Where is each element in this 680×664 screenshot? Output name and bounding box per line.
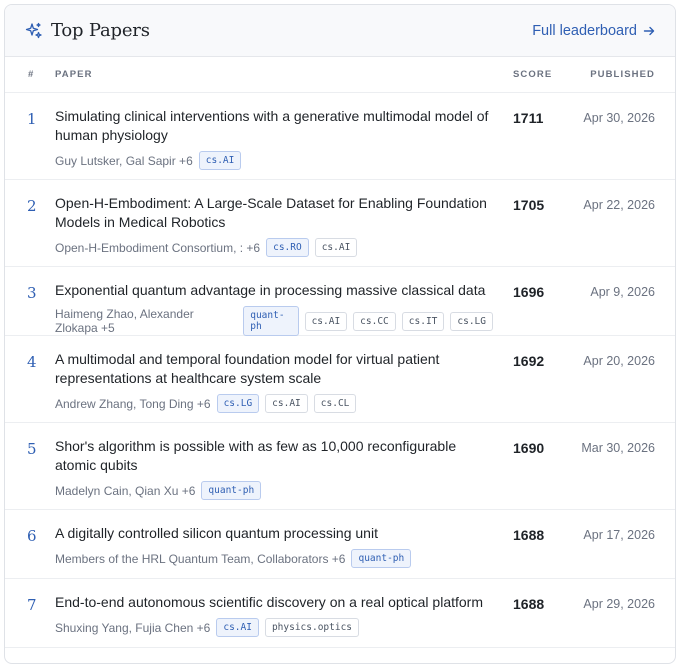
column-header-rank: # — [28, 69, 35, 80]
category-tag[interactable]: cs.AI — [265, 394, 308, 413]
paper-score: 1696 — [513, 284, 545, 300]
paper-body: Open-H-Embodiment: A Large-Scale Dataset… — [55, 180, 513, 266]
paper-title-link[interactable]: A multimodal and temporal foundation mod… — [55, 350, 493, 388]
paper-published-date: Apr 29, 2026 — [583, 597, 655, 611]
papers-list: 1 Simulating clinical interventions with … — [5, 93, 675, 648]
column-header-row: # PAPER SCORE PUBLISHED — [5, 57, 675, 93]
category-tag[interactable]: cs.AI — [304, 311, 348, 331]
paper-published-date: Apr 20, 2026 — [583, 354, 655, 368]
paper-authors: Haimeng Zhao, Alexander Zlokapa +5 — [55, 307, 194, 335]
paper-authors: Madelyn Cain, Qian Xu +6 — [55, 483, 196, 498]
paper-title-link[interactable]: End-to-end autonomous scientific discove… — [55, 593, 493, 612]
paper-rank: 7 — [27, 596, 37, 614]
paper-authors: Guy Lutsker, Gal Sapir +6 — [55, 153, 193, 168]
category-tag[interactable]: cs.IT — [401, 311, 445, 331]
paper-meta: Haimeng Zhao, Alexander Zlokapa +5 quant-… — [55, 306, 493, 336]
paper-authors: Members of the HRL Quantum Team, Collabo… — [55, 551, 346, 566]
paper-published-date: Apr 30, 2026 — [583, 111, 655, 125]
paper-rank: 4 — [27, 353, 37, 371]
page-title: Top Papers — [51, 20, 150, 41]
paper-rank: 2 — [27, 197, 37, 215]
category-tag[interactable]: quant-ph — [201, 481, 262, 500]
top-papers-panel: Top Papers Full leaderboard # PAPER SCOR… — [4, 4, 676, 664]
paper-title-link[interactable]: A digitally controlled silicon quantum p… — [55, 524, 493, 543]
paper-rank: 3 — [27, 284, 37, 302]
category-tag[interactable]: quant-ph — [351, 549, 412, 568]
paper-published-date: Apr 17, 2026 — [583, 528, 655, 542]
paper-row[interactable]: 1 Simulating clinical interventions with … — [5, 93, 675, 180]
paper-authors: Shuxing Yang, Fujia Chen +6 — [55, 620, 211, 635]
paper-rank: 6 — [27, 527, 37, 545]
paper-body: A multimodal and temporal foundation mod… — [55, 336, 513, 422]
paper-row[interactable]: 4 A multimodal and temporal foundation mo… — [5, 336, 675, 423]
category-tag[interactable]: cs.AI — [198, 151, 242, 170]
paper-meta: Members of the HRL Quantum Team, Collabo… — [55, 549, 493, 568]
paper-meta: Open-H-Embodiment Consortium, : +6 cs.RO c… — [55, 238, 493, 257]
paper-meta: Andrew Zhang, Tong Ding +6 cs.LG cs.AI cs.C… — [55, 394, 493, 413]
paper-meta: Shuxing Yang, Fujia Chen +6 cs.AI physics.… — [55, 618, 493, 637]
category-tag[interactable]: cs.RO — [266, 238, 309, 257]
paper-title-link[interactable]: Open-H-Embodiment: A Large-Scale Dataset… — [55, 194, 493, 232]
sparkle-icon — [25, 22, 43, 40]
category-tag[interactable]: quant-ph — [243, 306, 299, 336]
arrow-right-icon — [643, 25, 655, 37]
category-tag[interactable]: cs.AI — [216, 618, 259, 637]
paper-body: A digitally controlled silicon quantum p… — [55, 510, 513, 578]
paper-score: 1692 — [513, 353, 545, 369]
paper-meta: Guy Lutsker, Gal Sapir +6 cs.AI — [55, 151, 493, 170]
paper-title-link[interactable]: Shor's algorithm is possible with as few… — [55, 437, 493, 475]
column-header-score[interactable]: SCORE — [513, 69, 573, 80]
category-tag[interactable]: cs.AI — [314, 238, 358, 257]
paper-score: 1711 — [513, 110, 544, 126]
column-header-published[interactable]: PUBLISHED — [573, 69, 675, 80]
paper-published-date: Apr 22, 2026 — [583, 198, 655, 212]
paper-authors: Andrew Zhang, Tong Ding +6 — [55, 396, 211, 411]
paper-row[interactable]: 5 Shor's algorithm is possible with as fe… — [5, 423, 675, 510]
category-tag[interactable]: cs.CC — [353, 311, 396, 331]
category-tag[interactable]: cs.LG — [450, 311, 493, 331]
full-leaderboard-link[interactable]: Full leaderboard — [532, 23, 655, 39]
paper-body: Exponential quantum advantage in process… — [55, 267, 513, 336]
paper-row[interactable]: 6 A digitally controlled silicon quantum … — [5, 510, 675, 579]
full-leaderboard-label: Full leaderboard — [532, 22, 637, 39]
paper-body: Shor's algorithm is possible with as few… — [55, 423, 513, 509]
header-title-group: Top Papers — [25, 20, 150, 41]
paper-meta: Madelyn Cain, Qian Xu +6 quant-ph — [55, 481, 493, 500]
paper-rank: 5 — [27, 440, 37, 458]
paper-rank: 1 — [27, 110, 37, 128]
column-header-paper: PAPER — [55, 69, 93, 80]
panel-header: Top Papers Full leaderboard — [5, 5, 675, 57]
paper-row[interactable]: 2 Open-H-Embodiment: A Large-Scale Datase… — [5, 180, 675, 267]
paper-body: End-to-end autonomous scientific discove… — [55, 579, 513, 647]
category-tag[interactable]: physics.optics — [264, 618, 360, 637]
paper-row[interactable]: 7 End-to-end autonomous scientific discov… — [5, 579, 675, 648]
category-tag[interactable]: cs.LG — [216, 394, 260, 413]
category-tag[interactable]: cs.CL — [313, 394, 357, 413]
paper-title-link[interactable]: Exponential quantum advantage in process… — [55, 281, 493, 300]
paper-authors: Open-H-Embodiment Consortium, : +6 — [55, 240, 261, 255]
paper-score: 1688 — [513, 596, 545, 612]
paper-published-date: Mar 30, 2026 — [581, 441, 655, 455]
paper-score: 1688 — [513, 527, 545, 543]
paper-published-date: Apr 9, 2026 — [590, 285, 655, 299]
paper-score: 1705 — [513, 197, 545, 213]
paper-score: 1690 — [513, 440, 545, 456]
paper-body: Simulating clinical interventions with a… — [55, 93, 513, 179]
paper-title-link[interactable]: Simulating clinical interventions with a… — [55, 107, 493, 145]
paper-row[interactable]: 3 Exponential quantum advantage in proces… — [5, 267, 675, 336]
